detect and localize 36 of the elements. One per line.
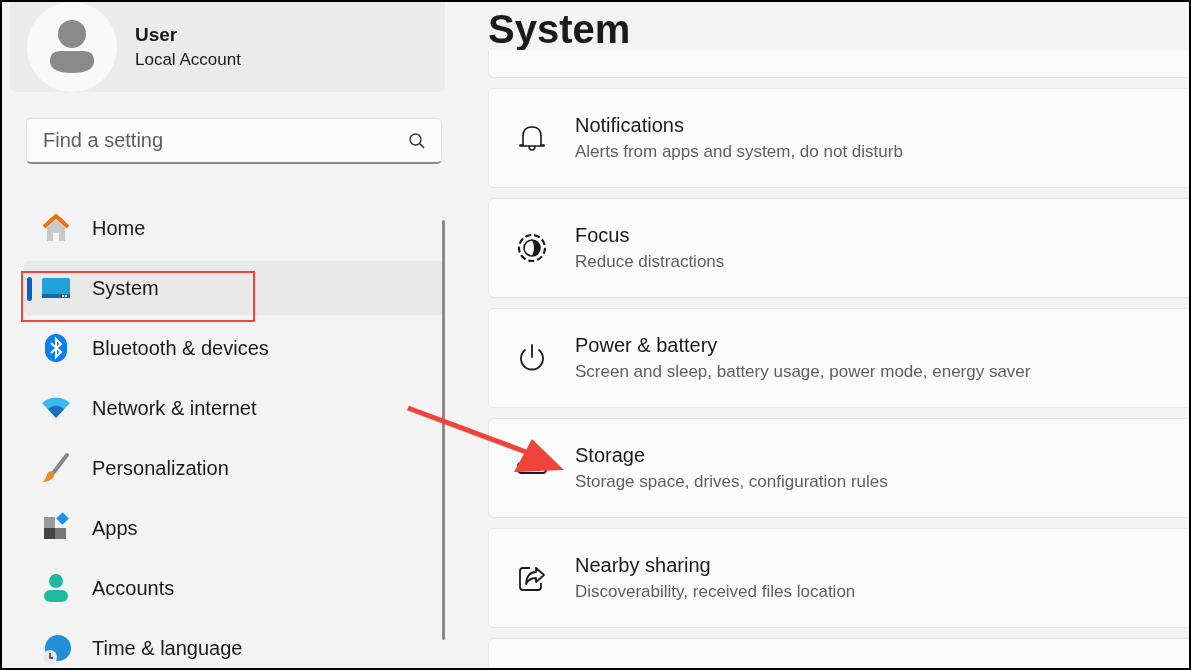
settings-card[interactable] [488,50,1189,78]
nav-item[interactable]: Apps [24,498,444,558]
brush-icon [40,452,72,484]
settings-card[interactable]: Power & battery Screen and sleep, battery usage, power mode, energy saver [488,308,1189,408]
nav-item[interactable]: Network & internet [24,378,444,438]
card-title: Storage [575,444,647,467]
nav-item[interactable]: Personalization [24,438,444,498]
nav-item[interactable]: System [24,261,444,315]
card-title: Power & battery [575,334,719,357]
scrollbar[interactable] [442,220,445,640]
search-icon [408,132,426,150]
card-title: Notifications [575,114,685,137]
home-icon [40,212,72,244]
settings-card[interactable]: Storage Storage space, drives, configuration rules [488,418,1189,518]
focus-icon [516,232,548,264]
user-name: User [135,24,179,46]
settings-card[interactable]: Nearby sharing Discoverability, received files location [488,528,1189,628]
card-description: Discoverability, received files location [575,582,856,602]
nav-item[interactable]: Home [24,198,444,258]
globe-icon [40,632,72,664]
selection-indicator [27,277,32,301]
settings-card[interactable]: Focus Reduce distractions [488,198,1189,298]
card-description: Alerts from apps and system, do not disturb [575,142,903,162]
nav-item[interactable]: Accounts [24,558,444,618]
nav-item[interactable]: Time & language [24,618,444,668]
card-description: Screen and sleep, battery usage, power mode, energy saver [575,362,1031,382]
settings-card[interactable] [488,638,1189,668]
card-description: Reduce distractions [575,252,725,272]
card-description: Storage space, drives, configuration rules [575,472,888,492]
card-title: Focus [575,224,631,247]
card-title: Nearby sharing [575,554,712,577]
settings-card[interactable]: Notifications Alerts from apps and system, do not disturb [488,88,1189,188]
page-title: System [488,6,632,52]
account-type: Local Account [135,50,241,70]
nav-item[interactable]: Bluetooth & devices [24,318,444,378]
search-field[interactable]: Find a setting [26,118,442,164]
